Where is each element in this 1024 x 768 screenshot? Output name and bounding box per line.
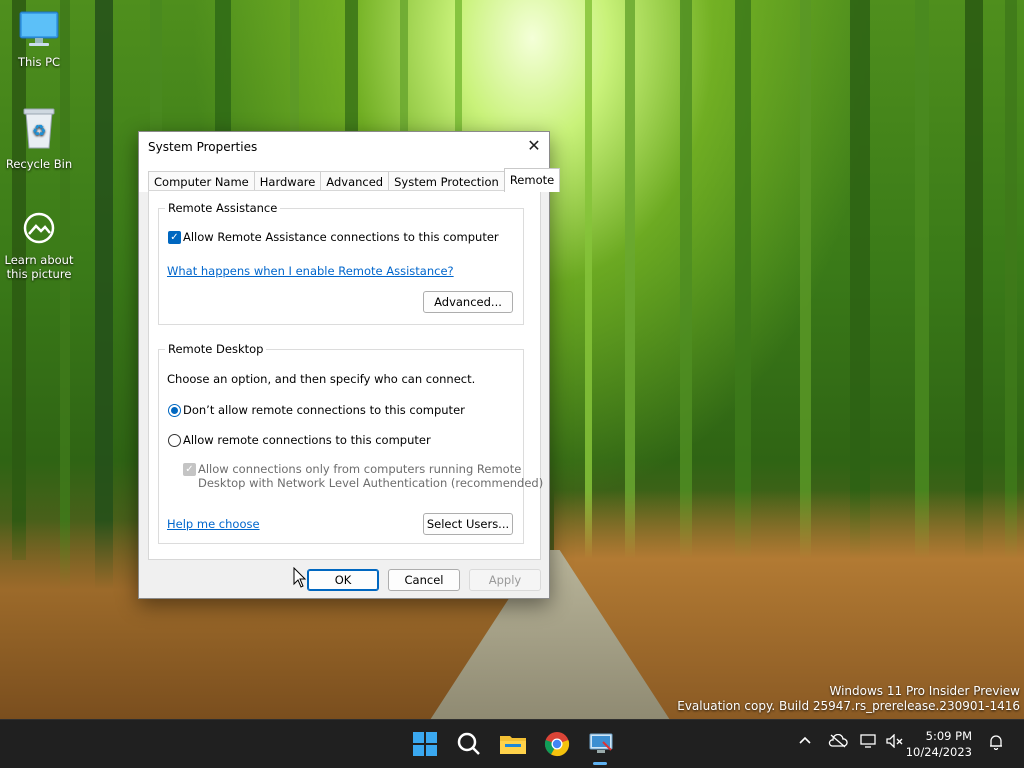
nla-checkbox[interactable]: ✓ bbox=[183, 463, 196, 476]
windows-watermark: Windows 11 Pro Insider Preview Evaluatio… bbox=[677, 684, 1020, 714]
onedrive-offline-icon[interactable] bbox=[828, 733, 848, 752]
remote-assistance-group: Remote Assistance ✓ Allow Remote Assista… bbox=[158, 201, 524, 325]
clock-time: 5:09 PM bbox=[925, 729, 972, 743]
advanced-button[interactable]: Advanced... bbox=[423, 291, 513, 313]
allow-remote-radio[interactable] bbox=[168, 434, 181, 447]
remote-assistance-help-link[interactable]: What happens when I enable Remote Assist… bbox=[167, 264, 454, 278]
monitor-icon bbox=[0, 10, 78, 51]
allow-remote-assistance-checkbox[interactable]: ✓ bbox=[168, 231, 181, 244]
system-properties-dialog: System Properties ✕ Computer Name Hardwa… bbox=[138, 131, 561, 599]
network-icon[interactable] bbox=[860, 734, 878, 752]
ok-button[interactable]: OK bbox=[307, 569, 379, 591]
tab-system-protection[interactable]: System Protection bbox=[388, 171, 505, 192]
mouse-cursor-icon bbox=[293, 567, 307, 588]
checkmark-icon: ✓ bbox=[185, 464, 194, 475]
desktop-icon-label: Recycle Bin bbox=[5, 157, 73, 171]
nla-label-line-2: Desktop with Network Level Authenticatio… bbox=[198, 476, 544, 490]
clock-date: 10/24/2023 bbox=[905, 745, 972, 759]
tab-strip: Computer Name Hardware Advanced System P… bbox=[148, 168, 561, 192]
remote-desktop-legend: Remote Desktop bbox=[165, 342, 267, 356]
system-clock[interactable]: 5:09 PM 10/24/2023 bbox=[906, 728, 972, 760]
allow-remote-label[interactable]: Allow remote connections to this compute… bbox=[183, 433, 431, 447]
tab-hardware[interactable]: Hardware bbox=[253, 171, 322, 192]
svg-text:♻: ♻ bbox=[32, 121, 46, 140]
close-icon: ✕ bbox=[527, 136, 541, 155]
title-bar[interactable]: System Properties ✕ bbox=[139, 132, 549, 162]
system-properties-icon[interactable] bbox=[585, 728, 617, 760]
apply-button[interactable]: Apply bbox=[469, 569, 541, 591]
help-me-choose-link[interactable]: Help me choose bbox=[167, 517, 260, 531]
dont-allow-remote-radio[interactable] bbox=[168, 404, 181, 417]
volume-muted-icon[interactable] bbox=[886, 733, 904, 752]
tab-computer-name[interactable]: Computer Name bbox=[148, 171, 255, 192]
allow-remote-assistance-label[interactable]: Allow Remote Assistance connections to t… bbox=[183, 230, 499, 244]
camera-info-icon bbox=[0, 210, 78, 249]
desktop-icon-learn-about-picture[interactable]: Learn about this picture bbox=[0, 210, 78, 281]
watermark-line-2: Evaluation copy. Build 25947.rs_prerelea… bbox=[677, 699, 1020, 713]
desktop-icon-label: This PC bbox=[17, 55, 61, 69]
remote-desktop-instruction: Choose an option, and then specify who c… bbox=[167, 372, 476, 386]
tab-remote[interactable]: Remote bbox=[503, 168, 561, 192]
close-button[interactable]: ✕ bbox=[519, 132, 549, 162]
dialog-title: System Properties bbox=[148, 140, 258, 154]
dont-allow-remote-label[interactable]: Don’t allow remote connections to this c… bbox=[183, 403, 465, 417]
remote-desktop-group: Remote Desktop Choose an option, and the… bbox=[158, 342, 543, 544]
chrome-icon[interactable] bbox=[541, 728, 573, 760]
chevron-up-icon[interactable] bbox=[798, 734, 812, 752]
remote-assistance-legend: Remote Assistance bbox=[165, 201, 281, 215]
search-icon[interactable] bbox=[453, 728, 485, 760]
notification-bell-icon[interactable] bbox=[988, 734, 1004, 754]
desktop-icon-recycle-bin[interactable]: ♻ Recycle Bin bbox=[0, 106, 78, 171]
taskbar: 5:09 PM 10/24/2023 bbox=[0, 719, 1024, 768]
select-users-button[interactable]: Select Users... bbox=[423, 513, 513, 535]
tab-advanced[interactable]: Advanced bbox=[320, 171, 390, 192]
desktop-icon-this-pc[interactable]: This PC bbox=[0, 10, 78, 69]
recycle-bin-icon: ♻ bbox=[0, 106, 78, 153]
remote-tab-panel: Remote Assistance ✓ Allow Remote Assista… bbox=[148, 190, 543, 560]
cancel-button[interactable]: Cancel bbox=[388, 569, 460, 591]
watermark-line-1: Windows 11 Pro Insider Preview bbox=[829, 684, 1020, 698]
file-explorer-icon[interactable] bbox=[497, 728, 529, 760]
checkmark-icon: ✓ bbox=[170, 232, 179, 243]
active-app-indicator bbox=[593, 762, 607, 765]
desktop-icon-label: Learn about this picture bbox=[4, 253, 74, 281]
windows-start-icon[interactable] bbox=[409, 728, 441, 760]
nla-label-line-1: Allow connections only from computers ru… bbox=[198, 462, 522, 476]
